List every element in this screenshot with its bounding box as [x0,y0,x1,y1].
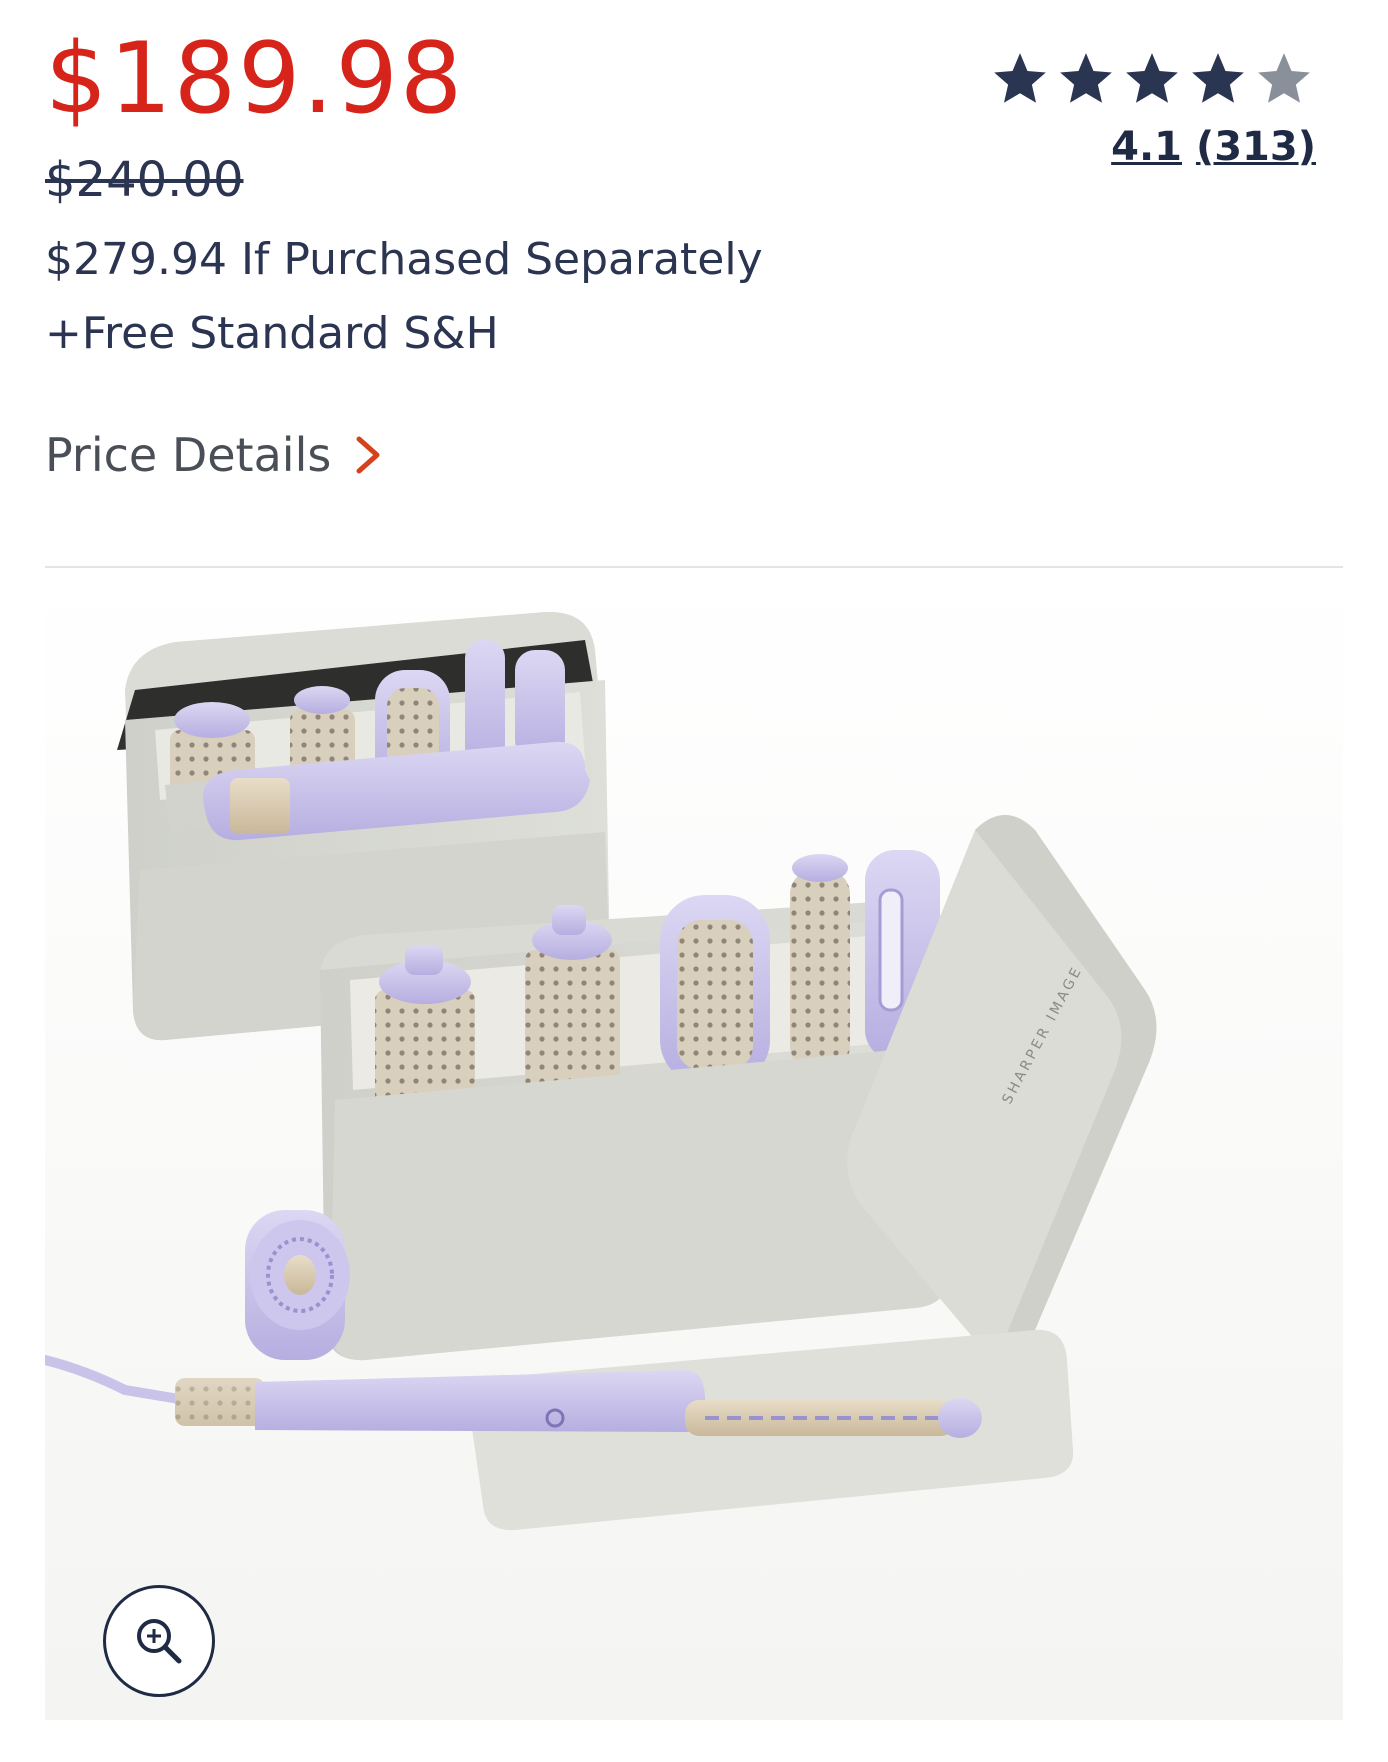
price-details-label: Price Details [45,428,332,482]
star-rating [988,48,1316,110]
round-attachment [245,1210,350,1360]
product-illustration: SHARPER IMAGE [45,570,1343,1720]
zoom-in-icon [137,1619,182,1664]
section-divider [45,566,1343,568]
star-icon [1192,53,1244,103]
price-details-link[interactable]: Price Details [45,432,945,478]
rating-value[interactable]: 4.1 [1111,124,1182,170]
chevron-right-icon [356,436,380,474]
star-icon [1060,53,1112,103]
zoom-button[interactable] [103,1585,215,1697]
original-price: $240.00 [45,152,244,208]
product-image[interactable]: SHARPER IMAGE [45,570,1343,1720]
shipping-note: +Free Standard S&H [45,308,499,359]
price-block: $189.98 $240.00 $279.94 If Purchased Sep… [45,30,945,478]
review-count[interactable]: (313) [1196,124,1316,170]
rating-summary[interactable]: 4.1 (313) [988,124,1316,170]
rating-block[interactable]: 4.1 (313) [988,48,1316,170]
sale-price: $189.98 [45,22,465,136]
star-icon [994,53,1046,103]
separately-price-note: $279.94 If Purchased Separately [45,234,763,285]
star-icon [1126,53,1178,103]
star-icon-empty [1258,53,1310,103]
